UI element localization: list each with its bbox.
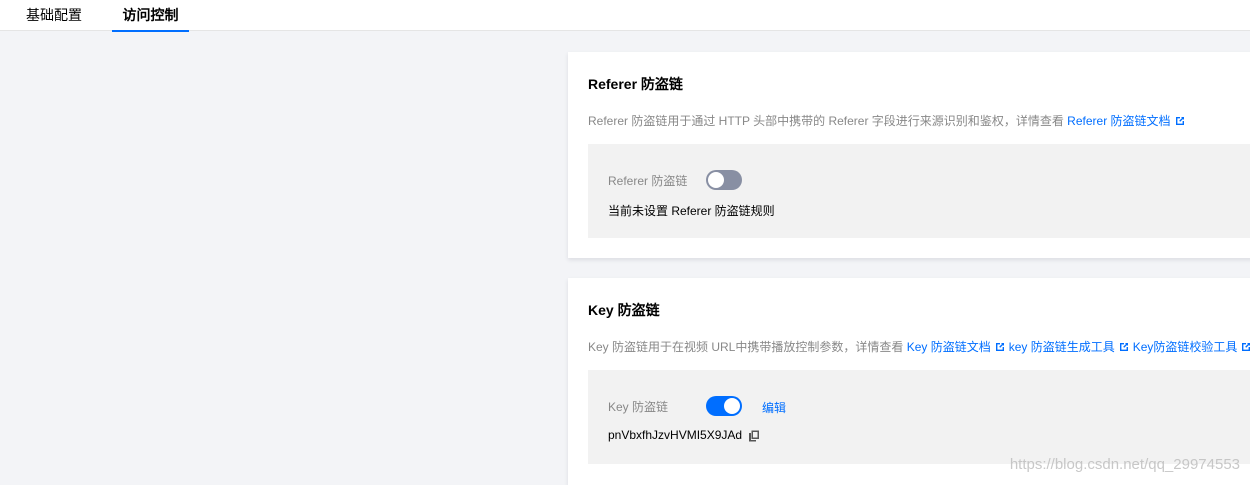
tab-access-control[interactable]: 访问控制: [112, 0, 189, 32]
external-link-icon[interactable]: [995, 342, 1005, 352]
referer-doc-link[interactable]: Referer 防盗链文档: [1067, 114, 1170, 128]
tab-bar: 基础配置 访问控制: [0, 0, 1250, 32]
referer-panel: Referer 防盗链 当前未设置 Referer 防盗链规则: [588, 144, 1250, 238]
toggle-knob: [708, 172, 724, 188]
key-row-label: Key 防盗链: [608, 400, 669, 414]
key-doc-link[interactable]: Key 防盗链文档: [907, 340, 991, 354]
key-edit-link[interactable]: 编辑: [762, 399, 786, 416]
toggle-knob: [724, 398, 740, 414]
key-validator-link[interactable]: Key防盗链校验工具: [1133, 340, 1238, 354]
external-link-icon[interactable]: [1241, 342, 1250, 352]
key-card: Key 防盗链 Key 防盗链用于在视频 URL中携带播放控制参数，详情查看 K…: [568, 278, 1250, 485]
tab-basic-config[interactable]: 基础配置: [26, 0, 82, 31]
referer-desc-text: Referer 防盗链用于通过 HTTP 头部中携带的 Referer 字段进行…: [588, 114, 1064, 128]
key-panel: Key 防盗链 编辑 pnVbxfhJzvHVMI5X9JAd: [588, 370, 1250, 464]
referer-description: Referer 防盗链用于通过 HTTP 头部中携带的 Referer 字段进行…: [588, 112, 1189, 129]
key-generator-link[interactable]: key 防盗链生成工具: [1009, 340, 1115, 354]
referer-toggle[interactable]: [706, 170, 742, 190]
referer-status: 当前未设置 Referer 防盗链规则: [608, 204, 775, 218]
key-desc-text: Key 防盗链用于在视频 URL中携带播放控制参数，详情查看: [588, 340, 904, 354]
copy-icon[interactable]: [748, 430, 760, 442]
external-link-icon[interactable]: [1119, 342, 1129, 352]
referer-title: Referer 防盗链: [588, 76, 683, 92]
watermark-text: https://blog.csdn.net/qq_29974553: [1009, 456, 1240, 473]
key-description: Key 防盗链用于在视频 URL中携带播放控制参数，详情查看 Key 防盗链文档…: [588, 338, 1250, 355]
external-link-icon[interactable]: [1175, 116, 1185, 126]
referer-row-label: Referer 防盗链: [608, 174, 688, 188]
referer-card: Referer 防盗链 Referer 防盗链用于通过 HTTP 头部中携带的 …: [568, 52, 1250, 258]
key-title: Key 防盗链: [588, 302, 660, 318]
key-toggle[interactable]: [706, 396, 742, 416]
key-value: pnVbxfhJzvHVMI5X9JAd: [608, 428, 743, 442]
